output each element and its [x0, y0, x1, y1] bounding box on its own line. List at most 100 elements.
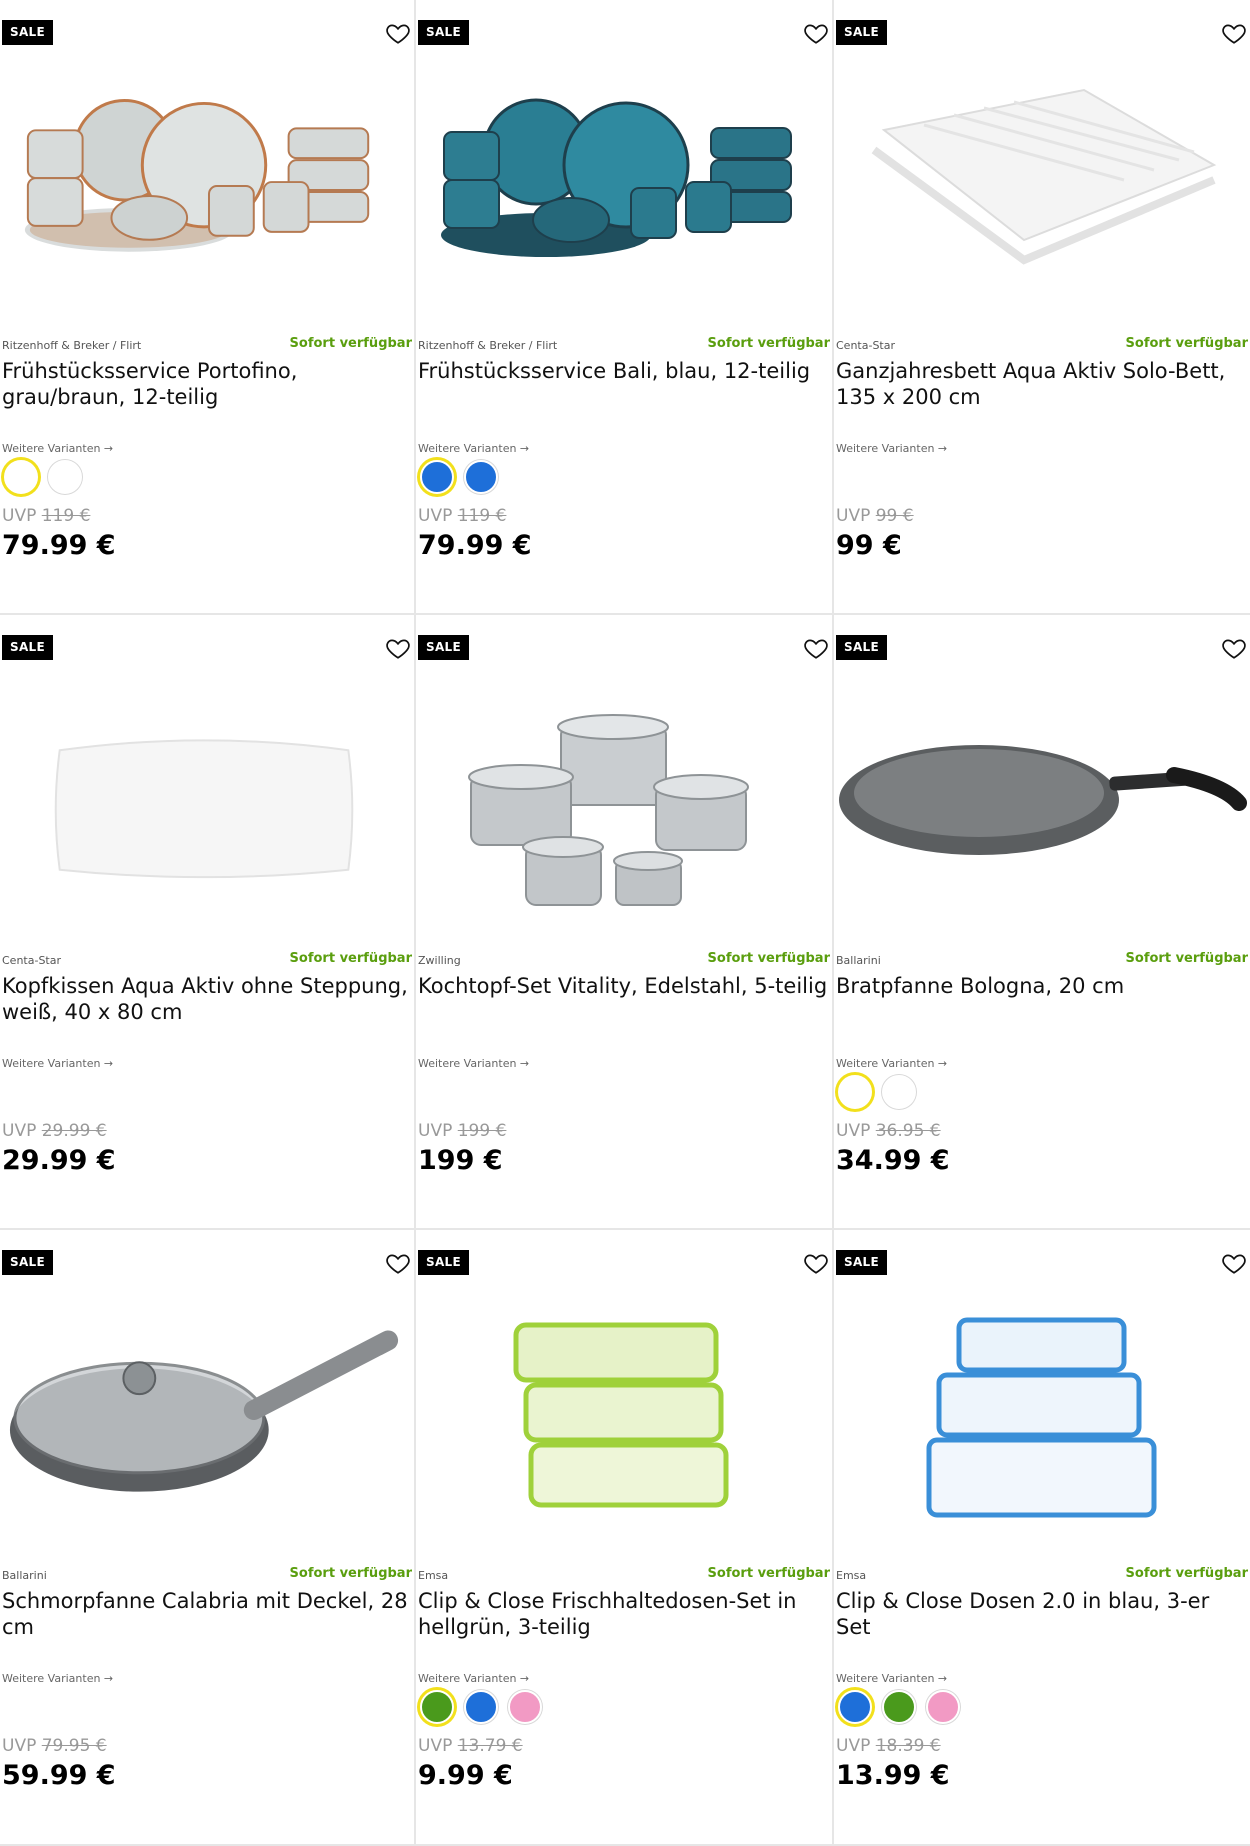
product-card[interactable]: SALE Emsa Sofort verfügbar Clip & Close …: [416, 1230, 834, 1846]
original-price: 119 €: [41, 506, 91, 526]
product-title[interactable]: Ganzjahresbett Aqua Aktiv Solo-Bett, 135…: [836, 358, 1246, 410]
color-swatch[interactable]: [464, 1690, 498, 1724]
more-variants-link[interactable]: Weitere Varianten →: [418, 442, 529, 455]
sale-badge: SALE: [418, 635, 469, 660]
wishlist-heart-icon[interactable]: [385, 20, 411, 46]
product-card[interactable]: SALE Zwilling Sofort verfügbar Kochtopf-…: [416, 615, 834, 1230]
color-swatch[interactable]: [882, 1075, 916, 1109]
product-title[interactable]: Kochtopf-Set Vitality, Edelstahl, 5-teil…: [418, 973, 828, 999]
color-swatch[interactable]: [4, 460, 38, 494]
product-card[interactable]: SALE Ritzenhoff & Breker / Flirt Sofort …: [416, 0, 834, 615]
product-image[interactable]: [416, 1300, 832, 1550]
wishlist-heart-icon[interactable]: [385, 635, 411, 661]
uvp-label: UVP: [836, 1736, 871, 1756]
sale-price: 99 €: [836, 530, 902, 561]
color-swatches: [2, 458, 84, 496]
uvp-label: UVP: [2, 506, 37, 526]
original-price: 18.39 €: [875, 1736, 941, 1756]
sale-price: 9.99 €: [418, 1760, 513, 1791]
cookware-set-icon: [468, 714, 749, 906]
color-swatch[interactable]: [420, 1690, 454, 1724]
color-swatches: [836, 1073, 918, 1111]
color-swatch[interactable]: [926, 1690, 960, 1724]
duvet-icon: [871, 88, 1217, 265]
availability-label: Sofort verfügbar: [707, 1566, 830, 1581]
product-card[interactable]: SALE Emsa Sofort verfügbar Clip & Close …: [834, 1230, 1250, 1846]
product-image[interactable]: [0, 685, 414, 935]
product-brand: Centa-Star: [2, 954, 62, 967]
original-price: 36.95 €: [875, 1121, 941, 1141]
product-image[interactable]: [416, 685, 832, 935]
braising-pan-icon: [9, 1330, 399, 1492]
more-variants-link[interactable]: Weitere Varianten →: [2, 1057, 113, 1070]
product-title[interactable]: Clip & Close Dosen 2.0 in blau, 3-er Set: [836, 1588, 1246, 1640]
product-card[interactable]: SALE Ballarini Sofort verfügbar Bratpfan…: [834, 615, 1250, 1230]
product-title[interactable]: Schmorpfanne Calabria mit Deckel, 28 cm: [2, 1588, 410, 1640]
uvp-label: UVP: [418, 1736, 453, 1756]
sale-price: 199 €: [418, 1145, 503, 1176]
uvp-label: UVP: [2, 1736, 37, 1756]
product-grid: SALE Ritzenhoff & Breker / Flirt Sofort …: [0, 0, 1250, 1846]
sale-badge: SALE: [418, 20, 469, 45]
color-swatch[interactable]: [508, 1690, 542, 1724]
product-card[interactable]: SALE Centa-Star Sofort verfügbar Ganzjah…: [834, 0, 1250, 615]
product-brand: Emsa: [836, 1569, 867, 1582]
product-brand: Emsa: [418, 1569, 449, 1582]
product-image[interactable]: [0, 70, 414, 320]
original-price: 99 €: [875, 506, 914, 526]
tableware-set-blue-icon: [441, 98, 792, 257]
more-variants-link[interactable]: Weitere Varianten →: [418, 1672, 529, 1685]
color-swatch[interactable]: [882, 1690, 916, 1724]
more-variants-link[interactable]: Weitere Varianten →: [2, 1672, 113, 1685]
more-variants-link[interactable]: Weitere Varianten →: [836, 442, 947, 455]
wishlist-heart-icon[interactable]: [803, 20, 829, 46]
availability-label: Sofort verfügbar: [289, 336, 412, 351]
uvp-price: UVP 99 €: [836, 506, 914, 526]
uvp-price: UVP 29.99 €: [2, 1121, 107, 1141]
color-swatch[interactable]: [838, 1075, 872, 1109]
wishlist-heart-icon[interactable]: [1221, 20, 1247, 46]
product-image[interactable]: [834, 685, 1250, 935]
color-swatch[interactable]: [48, 460, 82, 494]
product-image[interactable]: [416, 70, 832, 320]
more-variants-link[interactable]: Weitere Varianten →: [418, 1057, 529, 1070]
uvp-price: UVP 18.39 €: [836, 1736, 941, 1756]
product-title[interactable]: Clip & Close Frischhaltedosen-Set in hel…: [418, 1588, 828, 1640]
wishlist-heart-icon[interactable]: [1221, 635, 1247, 661]
product-image[interactable]: [834, 70, 1250, 320]
product-card[interactable]: SALE Ballarini Sofort verfügbar Schmorpf…: [0, 1230, 416, 1846]
uvp-price: UVP 13.79 €: [418, 1736, 523, 1756]
color-swatch[interactable]: [464, 460, 498, 494]
product-brand: Ballarini: [2, 1569, 47, 1582]
more-variants-link[interactable]: Weitere Varianten →: [836, 1057, 947, 1070]
wishlist-heart-icon[interactable]: [803, 635, 829, 661]
food-containers-green-icon: [513, 1322, 729, 1508]
more-variants-link[interactable]: Weitere Varianten →: [2, 442, 113, 455]
more-variants-link[interactable]: Weitere Varianten →: [836, 1672, 947, 1685]
availability-label: Sofort verfügbar: [289, 951, 412, 966]
product-brand: Ballarini: [836, 954, 881, 967]
product-title[interactable]: Kopfkissen Aqua Aktiv ohne Steppung, wei…: [2, 973, 410, 1025]
color-swatch[interactable]: [838, 1690, 872, 1724]
sale-price: 29.99 €: [2, 1145, 116, 1176]
wishlist-heart-icon[interactable]: [803, 1250, 829, 1276]
color-swatch[interactable]: [420, 460, 454, 494]
uvp-label: UVP: [836, 506, 871, 526]
sale-price: 79.99 €: [418, 530, 532, 561]
sale-badge: SALE: [2, 20, 53, 45]
product-image[interactable]: [834, 1300, 1250, 1550]
product-title[interactable]: Bratpfanne Bologna, 20 cm: [836, 973, 1246, 999]
product-image[interactable]: [0, 1300, 414, 1550]
wishlist-heart-icon[interactable]: [385, 1250, 411, 1276]
sale-price: 79.99 €: [2, 530, 116, 561]
product-brand: Centa-Star: [836, 339, 896, 352]
product-card[interactable]: SALE Ritzenhoff & Breker / Flirt Sofort …: [0, 0, 416, 615]
product-title[interactable]: Frühstücksservice Bali, blau, 12-teilig: [418, 358, 828, 384]
product-title[interactable]: Frühstücksservice Portofino, grau/braun,…: [2, 358, 410, 410]
wishlist-heart-icon[interactable]: [1221, 1250, 1247, 1276]
sale-badge: SALE: [2, 1250, 53, 1275]
uvp-label: UVP: [836, 1121, 871, 1141]
product-card[interactable]: SALE Centa-Star Sofort verfügbar Kopfkis…: [0, 615, 416, 1230]
availability-label: Sofort verfügbar: [289, 1566, 412, 1581]
sale-badge: SALE: [2, 635, 53, 660]
